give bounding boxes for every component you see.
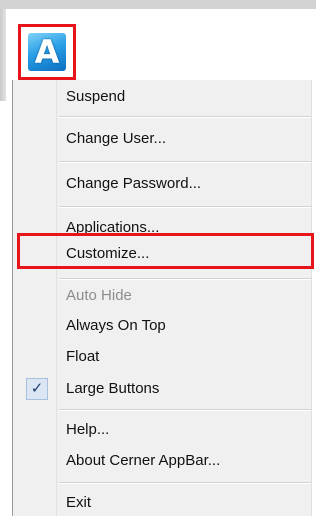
menu-item-label: Change User... [66, 130, 167, 147]
menu-item-exit[interactable]: Exit [13, 488, 313, 518]
menu-item-change-password[interactable]: Change Password... [13, 169, 313, 199]
menu-item-label: Help... [66, 421, 110, 438]
context-menu: Suspend Change User... Change Password..… [12, 80, 312, 516]
menu-item-customize[interactable]: Customize... [13, 239, 313, 269]
cerner-appbar-icon: A [28, 33, 66, 71]
menu-item-suspend[interactable]: Suspend [13, 82, 313, 112]
menu-item-label: Always On Top [66, 317, 166, 334]
menu-item-label: Change Password... [66, 175, 202, 192]
menu-item-help[interactable]: Help... [13, 415, 313, 445]
menu-item-label: Exit [66, 494, 92, 511]
menu-separator [59, 278, 311, 280]
menu-separator [59, 409, 311, 411]
menu-item-large-buttons[interactable]: ✓ Large Buttons [13, 374, 313, 404]
menu-separator [59, 206, 311, 208]
menu-item-label: Float [66, 348, 100, 365]
menu-item-label: Suspend [66, 88, 126, 105]
menu-item-label: Large Buttons [66, 380, 160, 397]
menu-separator [59, 161, 311, 163]
menu-item-label: Customize... [66, 245, 150, 262]
menu-item-auto-hide: Auto Hide [13, 281, 313, 311]
appbar-left-edge [0, 9, 6, 101]
menu-item-label: Auto Hide [66, 287, 132, 304]
menu-item-float[interactable]: Float [13, 342, 313, 372]
app-icon-letter: A [34, 33, 60, 71]
menu-item-change-user[interactable]: Change User... [13, 124, 313, 154]
menu-separator [59, 116, 311, 118]
screen: A Suspend Change User... Change Password… [0, 0, 316, 521]
menu-item-label: About Cerner AppBar... [66, 452, 221, 469]
menu-separator [59, 482, 311, 484]
menu-item-always-on-top[interactable]: Always On Top [13, 311, 313, 341]
menu-item-about[interactable]: About Cerner AppBar... [13, 446, 313, 476]
appbar-menu-button[interactable]: A [18, 24, 76, 80]
checkmark-icon: ✓ [26, 378, 48, 400]
